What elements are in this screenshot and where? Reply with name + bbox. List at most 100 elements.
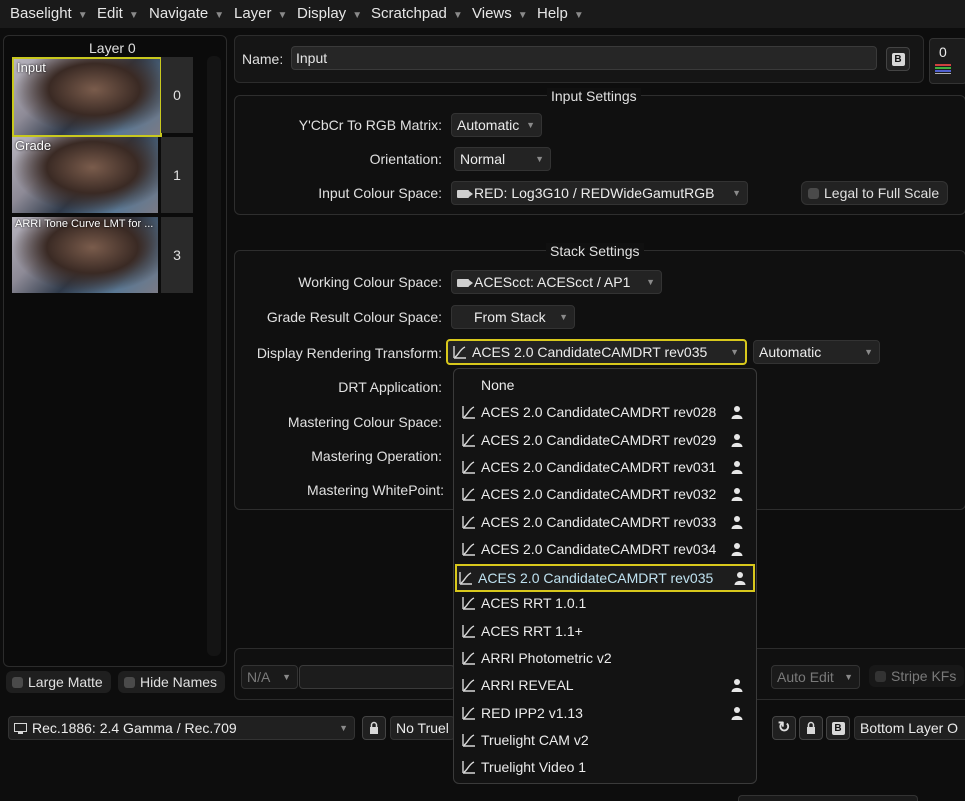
user-icon — [731, 679, 743, 693]
grade-result-colour-space-dropdown[interactable]: From Stack ▼ — [451, 305, 575, 329]
layer-thumbnail-arri-lmt[interactable]: ARRI Tone Curve LMT for ... — [12, 217, 158, 293]
menu-display[interactable]: Display ▼ — [297, 5, 362, 22]
dropdown-value: Normal — [460, 151, 506, 167]
layer-counter[interactable]: 0 — [929, 38, 965, 84]
ycbcr-matrix-dropdown[interactable]: Automatic ▼ — [451, 113, 542, 137]
chevron-down-icon: ▼ — [214, 10, 225, 21]
drt-option[interactable]: RED IPP2 v1.13 — [460, 701, 750, 725]
drt-option[interactable]: Truelight CAM v2 — [460, 728, 750, 752]
working-colour-space-dropdown[interactable]: ACEScct: ACEScct / AP1 ▼ — [451, 270, 662, 294]
curve-icon — [462, 706, 475, 720]
drt-option[interactable]: ACES 2.0 CandidateCAMDRT rev032 — [460, 482, 750, 506]
drt-mode-dropdown[interactable]: Automatic ▼ — [753, 340, 880, 364]
legal-label: Legal to Full Scale — [824, 185, 940, 201]
na-dropdown[interactable]: N/A ▼ — [241, 665, 298, 689]
display-transform-dropdown[interactable]: Rec.1886: 2.4 Gamma / Rec.709 ▼ — [8, 716, 355, 740]
option-label: None — [481, 377, 515, 393]
dropdown-value: ACES 2.0 CandidateCAMDRT rev035 — [472, 344, 708, 360]
menu-baselight[interactable]: Baselight ▼ — [10, 5, 88, 22]
chevron-down-icon: ▼ — [526, 120, 535, 130]
large-matte-toggle[interactable]: Large Matte — [6, 671, 111, 693]
curve-icon — [462, 597, 475, 611]
curve-icon — [459, 572, 472, 585]
drt-dropdown[interactable]: ACES 2.0 CandidateCAMDRT rev035 ▼ — [446, 339, 747, 365]
drt-option[interactable]: ACES RRT 1.1+ — [460, 619, 750, 643]
drt-option[interactable]: None — [460, 373, 750, 397]
name-label: Name: — [242, 51, 284, 67]
monitor-icon — [14, 723, 27, 734]
mastering-whitepoint-label: Mastering WhitePoint: — [307, 482, 444, 498]
drt-option-selected[interactable]: ACES 2.0 CandidateCAMDRT rev035 — [455, 564, 755, 593]
checkbox-icon — [875, 671, 886, 682]
chevron-down-icon: ▼ — [77, 10, 88, 21]
chevron-down-icon: ▼ — [339, 723, 348, 733]
hide-names-label: Hide Names — [140, 674, 218, 690]
option-label: ACES 2.0 CandidateCAMDRT rev029 — [481, 431, 717, 448]
drt-option[interactable]: ACES 2.0 CandidateCAMDRT rev028 — [460, 400, 750, 424]
layer-thumbnail-input[interactable]: Input — [12, 57, 162, 137]
menu-layer[interactable]: Layer ▼ — [234, 5, 287, 22]
bottom-layer-dropdown[interactable]: Bottom Layer O — [854, 716, 965, 740]
bypass-button[interactable]: B — [886, 47, 910, 71]
refresh-icon: ↻ — [777, 719, 791, 736]
curve-icon — [462, 433, 475, 447]
camera-icon — [457, 279, 473, 287]
large-matte-label: Large Matte — [28, 674, 103, 690]
b-icon: B — [891, 53, 905, 67]
dropdown-value: Automatic — [457, 117, 520, 133]
menu-scratchpad[interactable]: Scratchpad ▼ — [371, 5, 463, 22]
orientation-dropdown[interactable]: Normal ▼ — [454, 147, 551, 171]
drt-option[interactable]: Truelight Video 1 — [460, 755, 750, 779]
bypass-button-2[interactable]: B — [826, 716, 850, 740]
option-label: ARRI Photometric v2 — [481, 650, 612, 666]
truelight-dropdown[interactable]: No Truel — [390, 716, 455, 740]
curve-icon — [462, 733, 475, 747]
auto-edit-dropdown[interactable]: Auto Edit ▼ — [771, 665, 860, 689]
user-icon — [731, 460, 743, 474]
input-colour-space-dropdown[interactable]: RED: Log3G10 / REDWideGamutRGB ▼ — [451, 181, 748, 205]
drt-option[interactable]: ACES 2.0 CandidateCAMDRT rev033 — [460, 510, 750, 534]
user-icon — [731, 488, 743, 502]
refresh-button[interactable]: ↻ — [772, 716, 796, 740]
menu-navigate[interactable]: Navigate ▼ — [149, 5, 224, 22]
drt-option[interactable]: ACES 2.0 CandidateCAMDRT rev034 — [460, 537, 750, 561]
option-label: ARRI REVEAL — [481, 677, 574, 694]
option-label: Truelight CAM v2 — [481, 731, 589, 748]
menu-views[interactable]: Views ▼ — [472, 5, 528, 22]
option-label: ACES 2.0 CandidateCAMDRT rev035 — [478, 570, 714, 587]
menu-bar: Baselight ▼ Edit ▼ Navigate ▼ Layer ▼ Displa… — [0, 0, 965, 28]
dropdown-value: RED: Log3G10 / REDWideGamutRGB — [474, 185, 715, 201]
layer-label: ARRI Tone Curve LMT for ... — [15, 218, 154, 230]
drt-option[interactable]: ARRI Photometric v2 — [460, 646, 750, 670]
menu-help[interactable]: Help ▼ — [537, 5, 584, 22]
option-label: ACES RRT 1.0.1 — [481, 595, 587, 612]
chevron-down-icon: ▼ — [517, 10, 528, 21]
timeline-field[interactable] — [299, 665, 455, 689]
layer-label: Grade — [15, 138, 52, 153]
menu-edit[interactable]: Edit ▼ — [97, 5, 139, 22]
lock-button[interactable] — [362, 716, 386, 740]
lock-button-2[interactable] — [799, 716, 823, 740]
lock-icon — [370, 721, 378, 734]
drt-option[interactable]: ACES 2.0 CandidateCAMDRT rev031 — [460, 455, 750, 479]
chevron-down-icon: ▼ — [535, 154, 544, 164]
mastering-operation-label: Mastering Operation: — [311, 448, 442, 464]
stripe-kfs-toggle[interactable]: Stripe KFs — [869, 665, 965, 687]
chevron-down-icon: ▼ — [277, 10, 288, 21]
layer-scrollbar[interactable] — [207, 56, 221, 656]
name-input[interactable]: Input — [291, 46, 877, 70]
input-settings-title: Input Settings — [547, 88, 641, 104]
layer-title: Layer 0 — [89, 40, 136, 56]
drt-option[interactable]: ACES 2.0 CandidateCAMDRT rev029 — [460, 428, 750, 452]
legal-to-full-scale-toggle[interactable]: Legal to Full Scale — [801, 181, 949, 205]
chevron-down-icon: ▼ — [282, 672, 291, 682]
drt-option[interactable]: ARRI REVEAL — [460, 673, 750, 697]
layer-thumbnail-grade[interactable]: Grade — [12, 137, 158, 213]
orientation-label: Orientation: — [369, 151, 442, 167]
hide-names-toggle[interactable]: Hide Names — [118, 671, 226, 693]
user-icon — [731, 706, 743, 720]
dropdown-value: Rec.1886: 2.4 Gamma / Rec.709 — [32, 720, 237, 736]
b-icon: B — [831, 722, 845, 736]
mastering-colour-space-label: Mastering Colour Space: — [287, 414, 442, 430]
drt-option[interactable]: ACES RRT 1.0.1 — [460, 591, 750, 615]
